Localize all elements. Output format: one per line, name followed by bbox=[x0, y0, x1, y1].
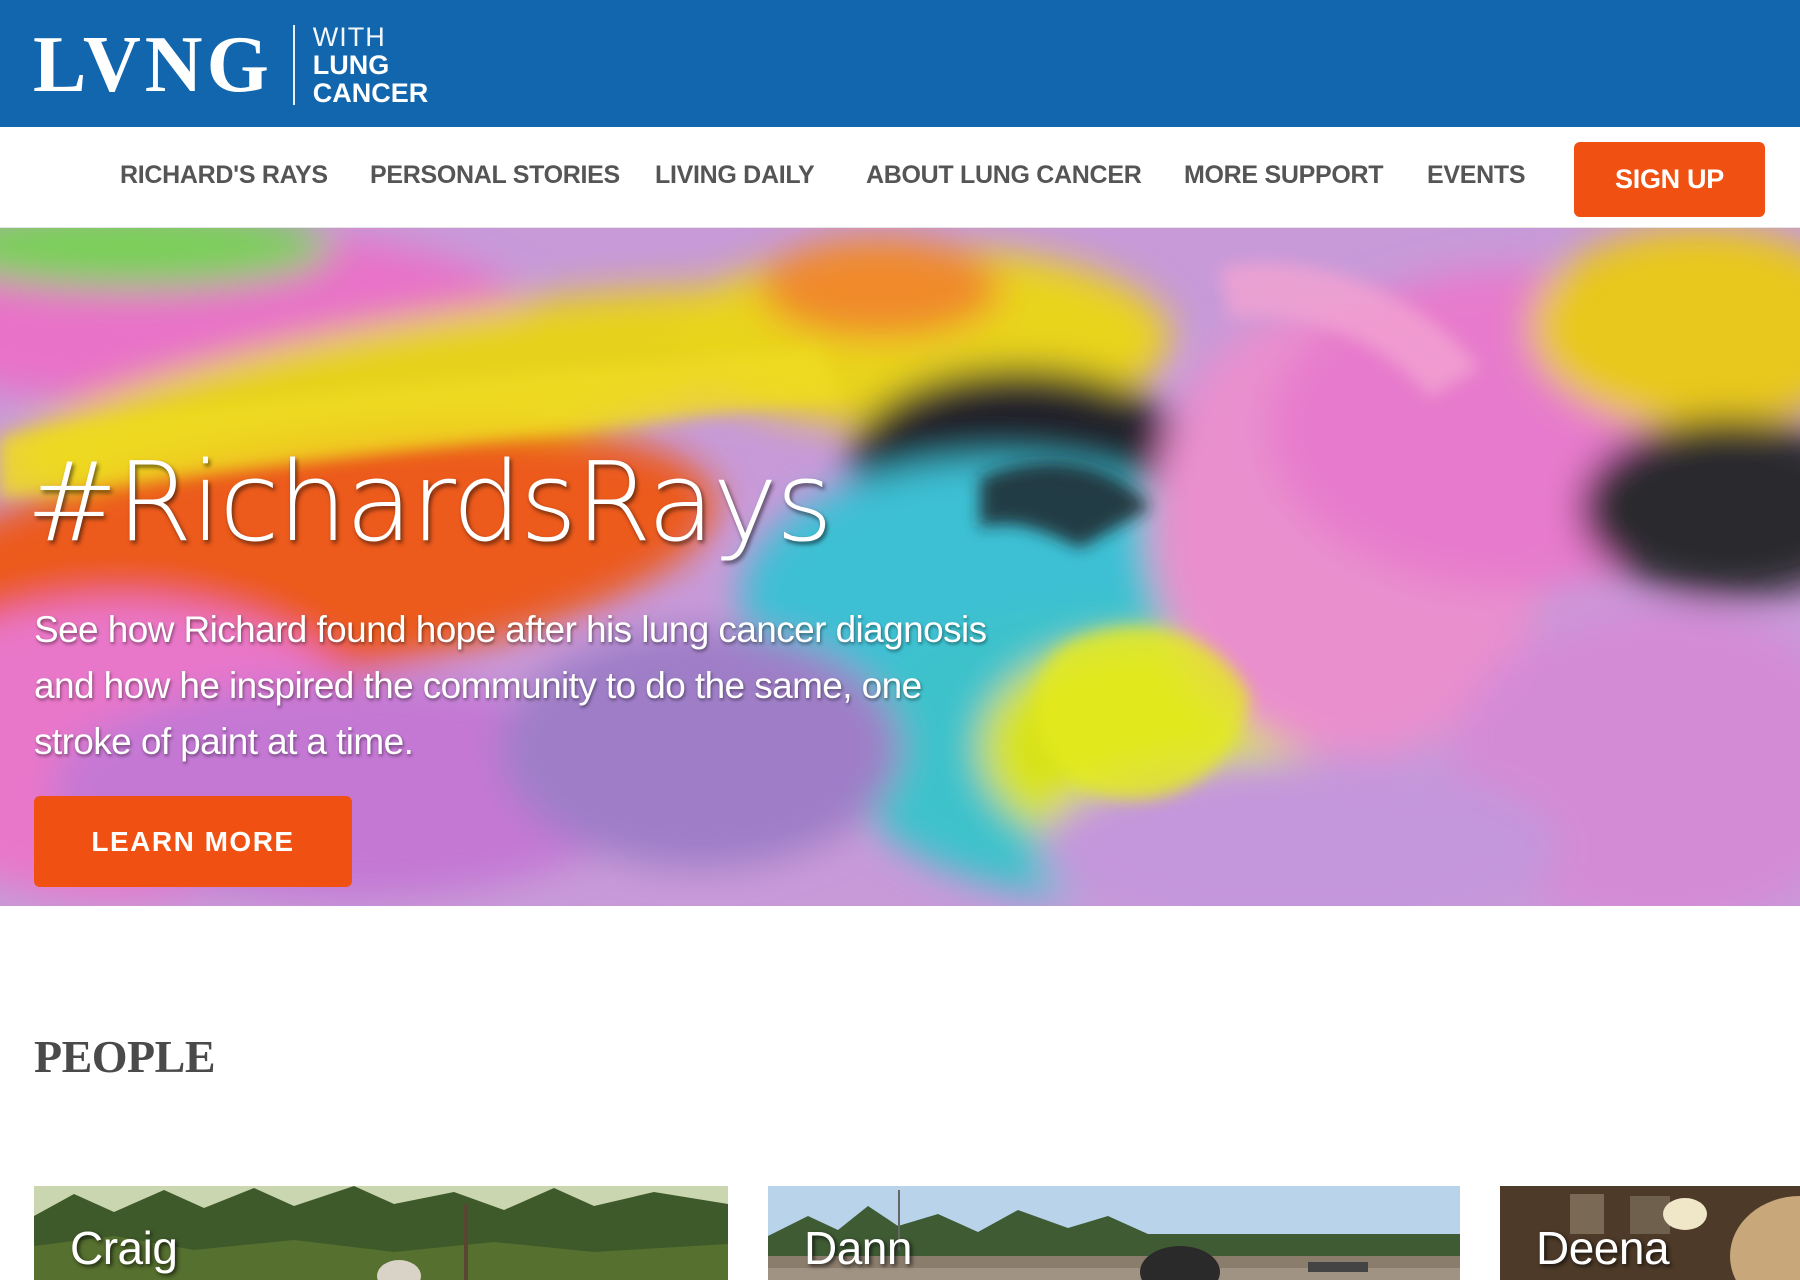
person-card-deena[interactable]: Deena bbox=[1500, 1186, 1800, 1280]
main-nav: RICHARD'S RAYS PERSONAL STORIES LIVING D… bbox=[0, 127, 1800, 228]
nav-item-personal-stories[interactable]: PERSONAL STORIES bbox=[370, 161, 620, 190]
nav-item-richards-rays[interactable]: RICHARD'S RAYS bbox=[120, 161, 328, 190]
logo-wordmark: LVNG bbox=[33, 21, 273, 109]
person-name: Deena bbox=[1536, 1222, 1670, 1274]
sign-up-button[interactable]: SIGN UP bbox=[1574, 142, 1765, 217]
logo-sub-line-1: WITH bbox=[312, 22, 386, 52]
hero-description: See how Richard found hope after his lun… bbox=[34, 609, 987, 762]
nav-item-about-lung-cancer[interactable]: ABOUT LUNG CANCER bbox=[866, 161, 1142, 190]
logo-divider bbox=[292, 25, 295, 105]
hero-banner: #RichardsRays See how Richard found hope… bbox=[0, 228, 1800, 906]
logo-sub-line-3: CANCER bbox=[312, 78, 429, 108]
nav-item-more-support[interactable]: MORE SUPPORT bbox=[1184, 161, 1384, 190]
person-name: Dann bbox=[804, 1222, 912, 1274]
logo-sub-line-2: LUNG bbox=[312, 50, 390, 80]
hero-title: #RichardsRays bbox=[26, 438, 833, 566]
logo-subtitle: WITH LUNG CANCER bbox=[313, 23, 429, 107]
site-logo[interactable]: LVNG WITH LUNG CANCER bbox=[33, 22, 428, 108]
nav-item-living-daily[interactable]: LIVING DAILY bbox=[655, 161, 815, 190]
nav-item-events[interactable]: EVENTS bbox=[1427, 161, 1526, 190]
brand-header: LVNG WITH LUNG CANCER bbox=[0, 0, 1800, 127]
person-name: Craig bbox=[70, 1222, 178, 1274]
person-card-craig[interactable]: Craig bbox=[34, 1186, 728, 1280]
person-card-dann[interactable]: Dann bbox=[768, 1186, 1460, 1280]
learn-more-button[interactable]: LEARN MORE bbox=[34, 796, 352, 887]
people-section-heading: PEOPLE bbox=[34, 1031, 216, 1082]
